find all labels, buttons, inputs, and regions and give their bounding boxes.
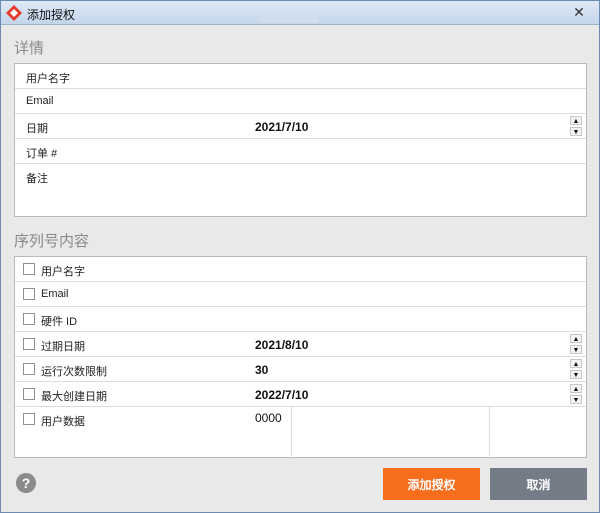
- spin-down-icon[interactable]: ▼: [570, 345, 582, 354]
- details-panel: 用户名字 Email 日期 2021/7/10 ▲ ▼ 订单 # 备注: [14, 63, 587, 217]
- max-build-date-label: 最大创建日期: [41, 391, 107, 403]
- max-build-date-checkbox[interactable]: [23, 388, 35, 400]
- details-row-date[interactable]: 日期 2021/7/10 ▲ ▼: [15, 114, 586, 139]
- spin-up-icon[interactable]: ▲: [570, 334, 582, 343]
- app-logo-icon: [6, 5, 22, 21]
- help-icon[interactable]: ?: [16, 473, 36, 493]
- user-data-checkbox[interactable]: [23, 413, 35, 425]
- notes-label: 备注: [26, 173, 48, 185]
- run-limit-spinner[interactable]: ▲ ▼: [570, 359, 582, 379]
- serial-section-title: 序列号内容: [14, 233, 90, 250]
- order-label: 订单 #: [26, 148, 58, 160]
- user-data-divider: [291, 407, 292, 459]
- run-limit-value[interactable]: 30: [255, 363, 268, 377]
- details-row-username[interactable]: 用户名字: [15, 64, 586, 89]
- spin-down-icon[interactable]: ▼: [570, 127, 582, 136]
- username-label: 用户名字: [26, 73, 70, 85]
- serial-panel: 用户名字 Email 硬件 ID 过期日期 2021/8/10 ▲ ▼ 运行次数…: [14, 256, 587, 459]
- expiry-spinner[interactable]: ▲ ▼: [570, 334, 582, 354]
- serial-row-expiry[interactable]: 过期日期 2021/8/10 ▲ ▼: [15, 332, 586, 357]
- email-label: Email: [26, 95, 54, 107]
- spin-down-icon[interactable]: ▼: [570, 395, 582, 404]
- expiry-checkbox[interactable]: [23, 338, 35, 350]
- date-spinner[interactable]: ▲ ▼: [570, 116, 582, 136]
- expiry-value[interactable]: 2021/8/10: [255, 338, 308, 352]
- serial-email-label: Email: [41, 288, 69, 300]
- dialog-window: 添加授权 ✕ 详情 用户名字 Email 日期 2021/7/10 ▲ ▼ 订单…: [0, 0, 600, 513]
- date-label: 日期: [26, 123, 48, 135]
- serial-row-user-data[interactable]: 用户数据 0000: [15, 407, 586, 459]
- spin-up-icon[interactable]: ▲: [570, 384, 582, 393]
- max-build-date-value[interactable]: 2022/7/10: [255, 388, 308, 402]
- add-license-button[interactable]: 添加授权: [383, 468, 480, 500]
- user-data-value[interactable]: 0000: [255, 411, 282, 425]
- close-icon[interactable]: ✕: [565, 3, 593, 21]
- serial-row-email[interactable]: Email: [15, 282, 586, 307]
- details-section-title: 详情: [14, 40, 45, 57]
- details-row-notes[interactable]: 备注: [15, 164, 586, 216]
- max-build-date-spinner[interactable]: ▲ ▼: [570, 384, 582, 404]
- spin-up-icon[interactable]: ▲: [570, 359, 582, 368]
- date-value[interactable]: 2021/7/10: [255, 120, 308, 134]
- run-limit-label: 运行次数限制: [41, 366, 107, 378]
- user-data-divider: [489, 407, 490, 459]
- hardware-id-checkbox[interactable]: [23, 313, 35, 325]
- title-overlay: [259, 13, 319, 23]
- user-data-label: 用户数据: [41, 416, 85, 428]
- hardware-id-label: 硬件 ID: [41, 316, 78, 328]
- cancel-button[interactable]: 取消: [490, 468, 587, 500]
- spin-up-icon[interactable]: ▲: [570, 116, 582, 125]
- email-checkbox[interactable]: [23, 288, 35, 300]
- serial-row-max-build-date[interactable]: 最大创建日期 2022/7/10 ▲ ▼: [15, 382, 586, 407]
- spin-down-icon[interactable]: ▼: [570, 370, 582, 379]
- details-row-email[interactable]: Email: [15, 89, 586, 114]
- title-bar[interactable]: 添加授权 ✕: [1, 1, 599, 25]
- details-row-order[interactable]: 订单 #: [15, 139, 586, 164]
- serial-row-run-limit[interactable]: 运行次数限制 30 ▲ ▼: [15, 357, 586, 382]
- window-title: 添加授权: [27, 8, 76, 22]
- serial-row-hardware-id[interactable]: 硬件 ID: [15, 307, 586, 332]
- serial-row-username[interactable]: 用户名字: [15, 257, 586, 282]
- expiry-label: 过期日期: [41, 341, 85, 353]
- username-checkbox[interactable]: [23, 263, 35, 275]
- serial-username-label: 用户名字: [41, 266, 85, 278]
- run-limit-checkbox[interactable]: [23, 363, 35, 375]
